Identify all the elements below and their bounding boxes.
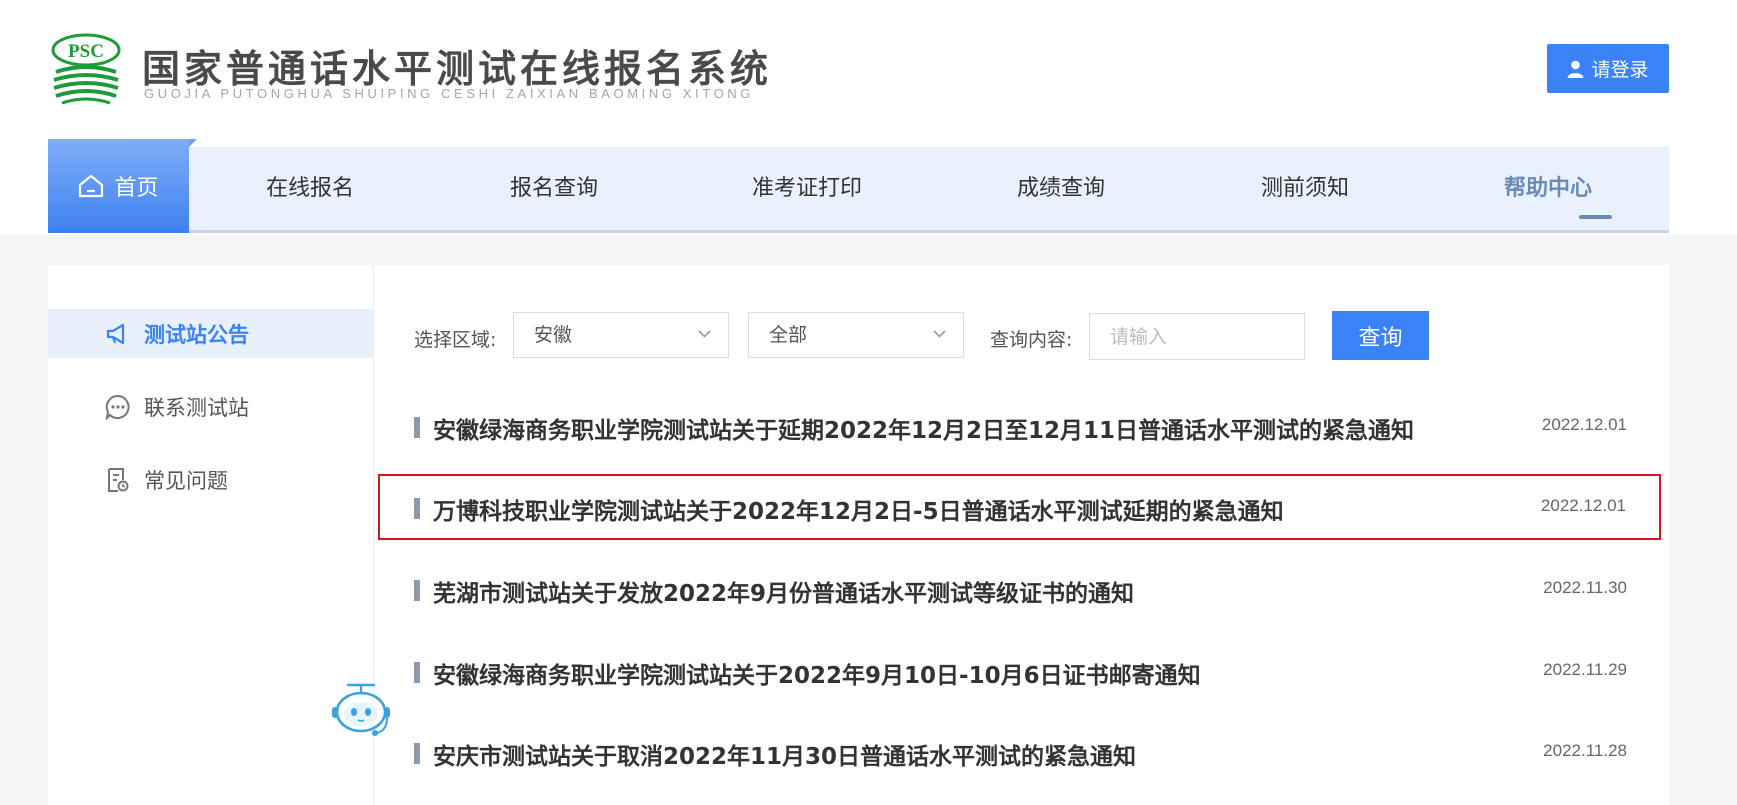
sidebar-item-station-notices[interactable]: 测试站公告 [48, 309, 373, 358]
region-label: 选择区域: [414, 329, 497, 351]
notice-date: 2022.12.01 [1541, 415, 1627, 434]
notice-item[interactable]: 安庆市测试站关于取消2022年11月30日普通话水平测试的紧急通知 2022.1… [380, 724, 1660, 784]
notice-title[interactable]: 芜湖市测试站关于发放2022年9月份普通话水平测试等级证书的通知 [433, 574, 1134, 608]
notice-item[interactable]: 安徽绿海商务职业学院测试站关于延期2022年12月2日至12月11日普通话水平测… [380, 398, 1660, 458]
notice-title[interactable]: 安徽绿海商务职业学院测试站关于2022年9月10日-10月6日证书邮寄通知 [433, 656, 1201, 690]
chat-icon [104, 393, 132, 421]
logo-text: PSC [68, 41, 104, 62]
nav-pretest-notes[interactable]: 测前须知 [1261, 147, 1349, 230]
notice-title[interactable]: 万博科技职业学院测试站关于2022年12月2日-5日普通话水平测试延期的紧急通知 [433, 492, 1284, 526]
notice-date: 2022.11.30 [1543, 578, 1627, 597]
sidebar-item-label: 测试站公告 [144, 322, 249, 347]
site-title: 国家普通话水平测试在线报名系统 [142, 46, 773, 91]
nav-home-tab-fold [189, 139, 197, 147]
home-icon [79, 174, 104, 198]
nav-online-registration[interactable]: 在线报名 [266, 147, 354, 230]
chevron-down-icon [933, 330, 946, 338]
sidebar-item-faq[interactable]: 常见问题 [48, 455, 373, 504]
user-icon [1567, 60, 1584, 78]
robot-assistant-icon[interactable] [326, 681, 396, 741]
notice-item[interactable]: 安徽绿海商务职业学院测试站关于2022年9月10日-10月6日证书邮寄通知 20… [380, 643, 1660, 703]
notice-title[interactable]: 安徽绿海商务职业学院测试站关于延期2022年12月2日至12月11日普通话水平测… [433, 411, 1414, 445]
sidebar-item-contact-station[interactable]: 联系测试站 [48, 382, 373, 431]
nav-admission-ticket-print[interactable]: 准考证打印 [752, 147, 862, 230]
chevron-down-icon [698, 330, 711, 338]
site-subtitle: GUOJIA PUTONGHUA SHUIPING CESHI ZAIXIAN … [144, 86, 754, 101]
notice-bullet [414, 417, 420, 438]
psc-logo-icon: PSC [51, 33, 121, 105]
nav-home[interactable]: 首页 [48, 139, 189, 233]
region-select[interactable]: 安徽 [513, 312, 729, 358]
query-label: 查询内容: [990, 329, 1073, 351]
notice-bullet [414, 662, 420, 683]
notice-date: 2022.11.29 [1543, 660, 1627, 679]
sidebar-item-label: 联系测试站 [144, 395, 249, 420]
notice-item[interactable]: 芜湖市测试站关于发放2022年9月份普通话水平测试等级证书的通知 2022.11… [380, 561, 1660, 621]
notice-item-highlighted[interactable]: 万博科技职业学院测试站关于2022年12月2日-5日普通话水平测试延期的紧急通知… [378, 474, 1661, 540]
login-button[interactable]: 请登录 [1547, 44, 1669, 93]
category-select-value: 全部 [769, 324, 808, 346]
sidebar-item-label: 常见问题 [144, 468, 228, 493]
notice-date: 2022.12.01 [1540, 496, 1626, 515]
notice-bullet [414, 580, 420, 601]
nav-registration-query[interactable]: 报名查询 [510, 147, 598, 230]
megaphone-icon [104, 320, 132, 348]
nav-active-indicator [1579, 215, 1612, 219]
document-icon [104, 466, 132, 494]
login-label: 请登录 [1591, 59, 1649, 81]
category-select[interactable]: 全部 [748, 312, 964, 358]
notice-title[interactable]: 安庆市测试站关于取消2022年11月30日普通话水平测试的紧急通知 [433, 737, 1136, 771]
search-input[interactable] [1089, 313, 1305, 360]
region-select-value: 安徽 [534, 324, 573, 346]
notice-bullet [414, 743, 420, 764]
nav-home-label: 首页 [114, 176, 159, 201]
nav-score-query[interactable]: 成绩查询 [1017, 147, 1105, 230]
query-button[interactable]: 查询 [1332, 311, 1429, 360]
notice-date: 2022.11.28 [1543, 741, 1627, 760]
main-nav: 首页 在线报名 报名查询 准考证打印 成绩查询 测前须知 帮助中心 [48, 139, 1669, 233]
notice-bullet [414, 498, 420, 519]
